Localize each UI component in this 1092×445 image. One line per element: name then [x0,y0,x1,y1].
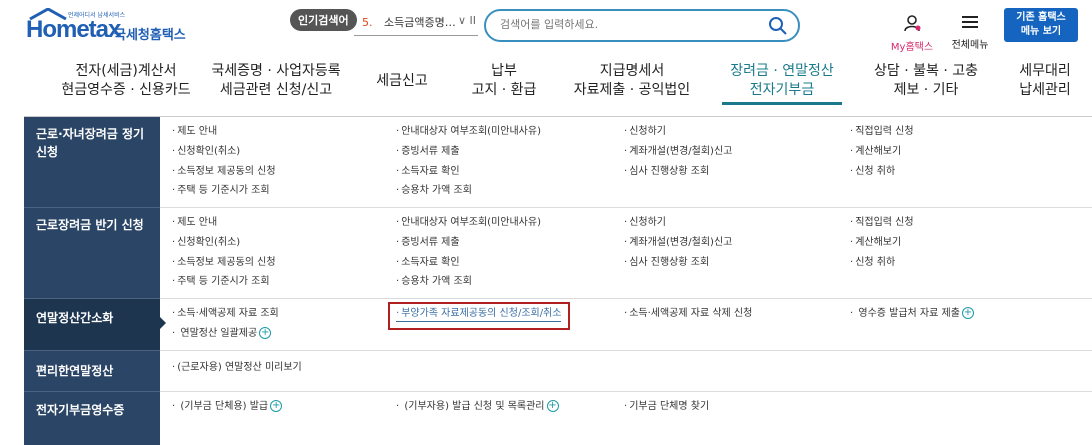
legacy-menu-button[interactable]: 기존 홈택스 메뉴 보기 [1004,8,1078,42]
menu-item[interactable]: 계산해보기 [850,145,901,159]
menu-item[interactable]: 승용차 가액 조회 [396,275,472,289]
divider [160,298,1092,299]
all-menu-label: 전체메뉴 [951,40,989,51]
highlight-box [388,302,570,330]
global-nav: 전자(세금)계산서 현금영수증 · 신용카드 국세증명 · 사업자등록 세금관련… [0,52,1092,112]
popular-ticker-controls[interactable]: ∨ II [458,14,476,27]
menu-item[interactable]: 신청확인(취소) [172,236,240,250]
menu-item[interactable]: 신청 취하 [850,165,895,179]
menu-item[interactable]: 증빙서류 제출 [396,145,459,159]
menu-item[interactable]: (기부자용) 발급 신청 및 목록관리+ [396,400,559,414]
logo-subtitle: 국세청홈택스 [114,28,186,43]
hamburger-icon [962,16,978,28]
menu-item[interactable]: 기부금 단체명 찾기 [624,400,709,414]
menu-item[interactable]: 신청하기 [624,125,666,139]
user-icon [904,15,921,32]
menu-item[interactable]: 신청확인(취소) [172,145,240,159]
menu-item[interactable]: 계산해보기 [850,236,901,250]
menu-item[interactable]: 안내대상자 여부조회(미안내사유) [396,216,541,230]
search-icon[interactable] [768,16,788,36]
plus-circle-icon[interactable]: + [270,400,283,412]
category-year-end-simplified[interactable]: 연말정산간소화 [24,299,166,350]
active-arrow-icon [160,317,166,329]
search-box[interactable] [484,9,800,42]
popular-search-ticker[interactable]: 5. 소득금액증명… ∨ II [354,14,478,36]
submenu-panel: 근로·자녀장려금 정기 신청 제도 안내 안내대상자 여부조회(미안내사유) 신… [24,116,1092,445]
nav-incentive-year-end[interactable]: 장려금 · 연말정산 전자기부금 [722,62,842,105]
popular-term[interactable]: 소득금액증명… [384,16,456,29]
menu-item[interactable]: 소득자료 확인 [396,165,459,179]
site-header: 언제어디서 납세서비스 Hometax 국세청홈택스 인기검색어 5. 소득금액… [0,0,1092,53]
menu-item[interactable]: 주택 등 기준시가 조회 [172,275,269,289]
nav-consultation-appeal[interactable]: 상담 · 불복 · 고충 제보 · 기타 [864,62,988,100]
menu-item-label: (기부자용) 발급 신청 및 목록관리 [404,401,545,412]
menu-item[interactable]: 신청 취하 [850,256,895,270]
menu-item[interactable]: 소득자료 확인 [396,256,459,270]
logo-wordmark: Hometax [26,16,121,43]
menu-item-label: 연말정산 일괄제공 [180,328,258,339]
nav-payment-refund[interactable]: 납부 고지 · 환급 [462,62,546,100]
category-earned-child-incentive-regular[interactable]: 근로·자녀장려금 정기 신청 [24,117,160,207]
popular-rank: 5. [362,16,373,29]
menu-item[interactable]: 심사 진행상황 조회 [624,165,709,179]
nav-tax-agent[interactable]: 세무대리 납세관리 [1012,62,1078,100]
menu-item[interactable]: 신청하기 [624,216,666,230]
category-convenient-year-end[interactable]: 편리한연말정산 [24,351,160,391]
menu-item[interactable]: 소득정보 제공동의 신청 [172,256,275,270]
menu-item[interactable]: 소득·세액공제 자료 조회 [172,307,279,321]
my-hometax-label: My홈택스 [890,42,934,53]
menu-item[interactable]: 소득정보 제공동의 신청 [172,165,275,179]
nav-certificate-registration[interactable]: 국세증명 · 사업자등록 세금관련 신청/신고 [206,62,346,100]
nav-payment-statement[interactable]: 지급명세서 자료제출 · 공익법인 [570,62,694,100]
category-label: 연말정산간소화 [36,311,114,325]
menu-item[interactable]: 영수증 발급처 자료 제출+ [850,307,974,321]
menu-item-label: 영수증 발급처 자료 제출 [858,308,960,319]
divider [160,391,1092,392]
menu-item[interactable]: 계좌개설(변경/철회)신고 [624,145,732,159]
menu-item[interactable]: 계좌개설(변경/철회)신고 [624,236,732,250]
menu-item[interactable]: (근로자용) 연말정산 미리보기 [172,361,302,375]
menu-item[interactable]: 제도 안내 [172,125,217,139]
menu-item[interactable]: 안내대상자 여부조회(미안내사유) [396,125,541,139]
menu-item[interactable]: 심사 진행상황 조회 [624,256,709,270]
category-earned-incentive-half-year[interactable]: 근로장려금 반기 신청 [24,208,160,298]
hometax-logo[interactable]: 언제어디서 납세서비스 Hometax 국세청홈택스 [26,8,196,43]
my-hometax-button[interactable]: My홈택스 [884,14,940,53]
search-input[interactable] [500,18,760,31]
divider [160,350,1092,351]
menu-item[interactable]: 제도 안내 [172,216,217,230]
plus-circle-icon[interactable]: + [961,307,974,319]
menu-item[interactable]: 주택 등 기준시가 조회 [172,184,269,198]
menu-item[interactable]: 승용차 가액 조회 [396,184,472,198]
nav-tax-return[interactable]: 세금신고 [370,72,434,91]
menu-item[interactable]: (기부금 단체용) 발급+ [172,400,283,414]
category-e-donation-receipt[interactable]: 전자기부금영수증 [24,392,160,445]
menu-item[interactable]: 직접입력 신청 [850,216,913,230]
nav-etax-invoice[interactable]: 전자(세금)계산서 현금영수증 · 신용카드 [56,62,196,100]
menu-item[interactable]: 연말정산 일괄제공+ [172,327,272,341]
popular-search-badge: 인기검색어 [290,9,357,31]
menu-item[interactable]: 소득·세액공제 자료 삭제 신청 [624,307,752,321]
divider [160,207,1092,208]
menu-item[interactable]: 직접입력 신청 [850,125,913,139]
all-menu-button[interactable]: 전체메뉴 [948,14,992,51]
menu-item-label: (기부금 단체용) 발급 [180,401,269,412]
plus-circle-icon[interactable]: + [259,327,272,339]
plus-circle-icon[interactable]: + [546,400,559,412]
menu-item[interactable]: 증빙서류 제출 [396,236,459,250]
